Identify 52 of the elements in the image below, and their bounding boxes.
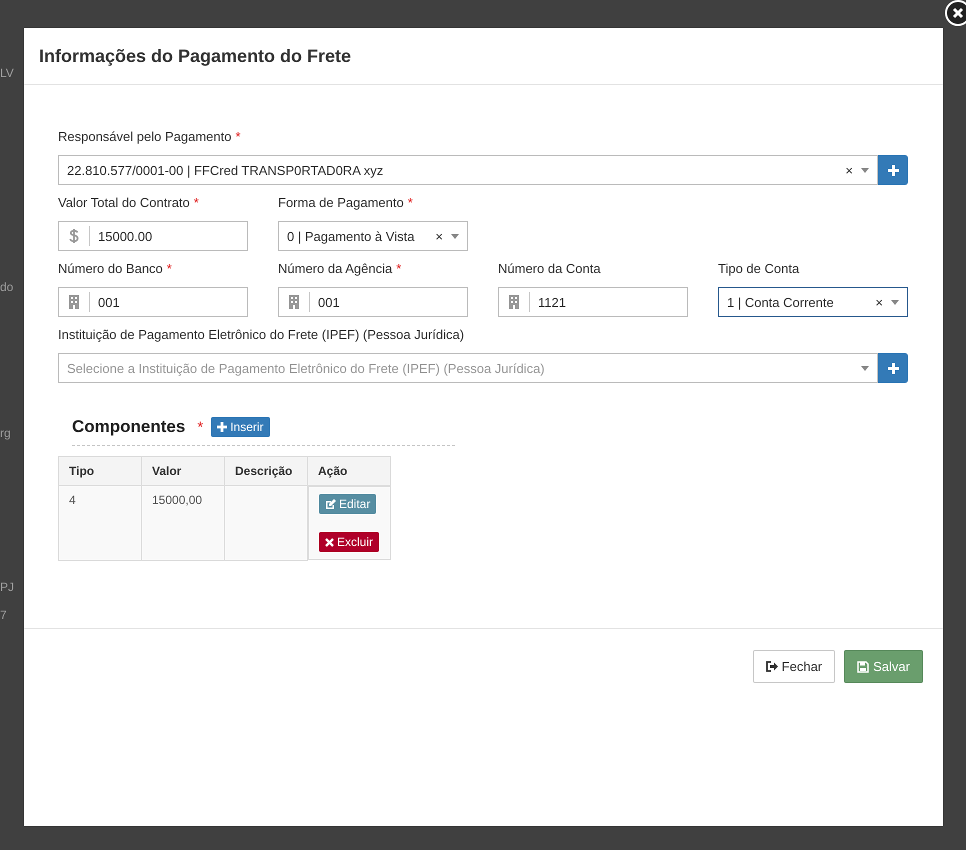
close-icon: [325, 538, 334, 546]
column-header: Valor: [142, 456, 224, 486]
background-text: LV: [0, 66, 14, 80]
close-icon: [952, 7, 964, 19]
plus-icon: [217, 422, 228, 432]
edit-icon: [325, 498, 336, 510]
background-text: do: [0, 280, 14, 294]
input-field[interactable]: 1121: [498, 287, 688, 317]
input-field[interactable]: 001: [278, 287, 468, 317]
building-icon: [509, 295, 519, 309]
building-icon: [289, 295, 299, 309]
building-icon: [69, 295, 79, 309]
field-label: Responsável pelo Pagamento *: [58, 129, 242, 146]
dollar-icon: [69, 228, 79, 244]
field-label: Número da Conta: [498, 261, 602, 278]
column-header: Descrição: [224, 456, 308, 486]
add-button[interactable]: [878, 155, 908, 185]
field-label: Instituição de Pagamento Eletrônico do Frete (IPEF) (Pessoa Jurídica): [58, 327, 466, 344]
plus-icon: [888, 164, 898, 176]
close-button[interactable]: [945, 0, 966, 26]
caret-icon: [861, 168, 869, 172]
insert-button[interactable]: Inserir: [211, 417, 270, 437]
input-field[interactable]: 001: [58, 287, 248, 317]
save-icon: [857, 660, 870, 672]
column-header: Tipo: [58, 456, 142, 486]
field-label: Valor Total do Contrato *: [58, 195, 200, 212]
section-title: Componentes: [72, 417, 186, 437]
caret-icon: [891, 300, 899, 304]
close-button[interactable]: Fechar: [752, 650, 836, 683]
delete-button[interactable]: Excluir: [319, 532, 380, 552]
add-button[interactable]: [878, 353, 908, 383]
background-text: PJ: [0, 580, 14, 594]
plus-icon: [888, 362, 898, 374]
select-field[interactable]: 22.810.577/0001-00 | FFCred TRANSP0RTAD0RA xyz ×: [58, 155, 878, 185]
background-text: rg: [0, 426, 11, 440]
select-field[interactable]: 0 | Pagamento à Vista ×: [278, 221, 468, 251]
edit-button[interactable]: Editar: [319, 494, 376, 514]
field-label: Número do Banco *: [58, 261, 173, 278]
caret-icon: [451, 234, 459, 238]
field-label: Tipo de Conta: [718, 261, 800, 278]
caret-icon: [861, 366, 869, 370]
background-text: 7: [0, 608, 7, 622]
table-cell: 15000,00: [142, 486, 224, 560]
field-label: Forma de Pagamento *: [278, 195, 414, 212]
input-field[interactable]: 15000.00: [58, 221, 248, 251]
table-cell: 4: [58, 486, 142, 560]
sign-out-icon: [766, 661, 778, 672]
modal-title: Informações do Pagamento do Frete: [39, 46, 352, 66]
field-label: Número da Agência *: [278, 261, 402, 278]
required-mark: *: [197, 418, 204, 436]
select-field[interactable]: 1 | Conta Corrente ×: [718, 287, 908, 317]
column-header: Ação: [308, 456, 390, 486]
